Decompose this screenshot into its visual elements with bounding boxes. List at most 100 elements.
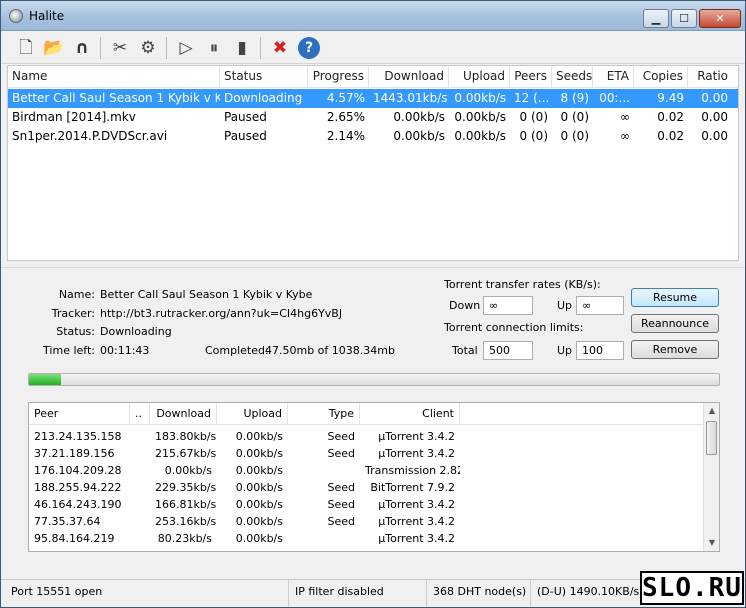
up-rate-label: Up [557,299,573,312]
peer-row[interactable]: 188.255.94.222 229.35kb/s 0.00kb/s Seed … [29,479,703,496]
torrent-eta: 00:... [599,91,630,105]
column-upload[interactable]: Upload [449,66,510,88]
settings-gear-icon[interactable]: ⚙ [135,35,161,61]
column-eta[interactable]: ETA [593,66,634,88]
column-peers[interactable]: Peers [510,66,552,88]
magnet-icon[interactable]: ∩ [69,35,95,61]
up-rate-input[interactable]: ∞ [576,296,624,315]
torrent-row[interactable]: Better Call Saul Season 1 Kybik v Kybe D… [8,89,738,108]
column-ratio[interactable]: Ratio [688,66,732,88]
torrent-eta: ∞ [620,110,630,124]
torrent-download: 0.00kb/s [393,129,445,143]
status-value: Downloading [100,325,172,338]
status-label: Status: [56,325,95,338]
toolbar-separator [260,37,261,59]
column-copies[interactable]: Copies [634,66,688,88]
peer-row[interactable]: 95.84.164.219 80.23kb/s 0.00kb/s µTorren… [29,530,703,547]
peer-upload: 0.00kb/s [235,532,283,545]
transfer-rates-title: Torrent transfer rates (KB/s): [444,278,601,291]
torrent-peers: 0 (0) [519,110,548,124]
stop-icon[interactable]: ▮ [229,35,255,61]
column-peer-download[interactable]: Download [150,403,217,425]
peer-address: 46.164.243.190 [34,498,122,511]
peer-type: Seed [327,430,356,443]
maximize-button[interactable]: ☐ [671,9,697,28]
toolbar-separator [166,37,167,59]
connection-limits-title: Torrent connection limits: [444,321,584,334]
remove-button[interactable]: Remove [631,340,719,359]
peer-list-scrollbar[interactable]: ▲ ▼ [703,403,719,551]
peer-upload: 0.00kb/s [235,515,283,528]
column-type[interactable]: Type [288,403,360,425]
column-client[interactable]: Client [360,403,460,425]
ip-filter-status: IP filter disabled [289,580,427,607]
column-more[interactable]: .. [130,403,150,425]
up-limit-input[interactable]: 100 [576,341,624,360]
peer-download: 80.23kb/s [157,532,212,545]
peer-list-header: Peer .. Download Upload Type Client [29,403,703,425]
torrent-copies: 0.02 [657,110,684,124]
peer-row[interactable]: 46.164.243.190 166.81kb/s 0.00kb/s Seed … [29,496,703,513]
peer-row[interactable]: 77.35.37.64 253.16kb/s 0.00kb/s Seed µTo… [29,513,703,530]
peer-client: µTorrent 3.4.2 [378,430,455,443]
column-progress[interactable]: Progress [308,66,369,88]
toolbar: 🗋 📂 ∩ ✂ ⚙ ▷ ⏸ ▮ ✖ ? [1,32,745,64]
torrent-list: Name Status Progress Download Upload Pee… [7,65,739,261]
torrent-status: Paused [224,110,267,124]
peer-upload: 0.00kb/s [235,464,283,477]
minimize-button[interactable]: ▁ [643,9,669,28]
peer-row[interactable]: 37.21.189.156 215.67kb/s 0.00kb/s Seed µ… [29,445,703,462]
peer-download: 183.80kb/s [155,430,217,443]
peer-download: 253.16kb/s [155,515,217,528]
toolbar-separator [100,37,101,59]
torrent-upload: 0.00kb/s [454,129,506,143]
peer-row[interactable]: 176.104.209.28 0.00kb/s 0.00kb/s Transmi… [29,462,703,479]
torrent-progress: 2.14% [326,129,365,143]
name-value: Better Call Saul Season 1 Kybik v Kybe [100,288,313,301]
peer-type: Seed [327,498,356,511]
scroll-thumb[interactable] [706,421,717,455]
scroll-down-arrow-icon[interactable]: ▼ [704,535,719,551]
scroll-up-arrow-icon[interactable]: ▲ [704,403,719,419]
total-limit-input[interactable]: 500 [483,341,533,360]
column-status[interactable]: Status [220,66,308,88]
reannounce-button[interactable]: Reannounce [631,314,719,333]
torrent-status: Downloading [224,91,303,105]
open-folder-icon[interactable]: 📂 [41,35,67,61]
column-peer[interactable]: Peer [29,403,130,425]
column-download[interactable]: Download [369,66,449,88]
peer-address: 188.255.94.222 [34,481,122,494]
torrent-row[interactable]: Sn1per.2014.P.DVDScr.avi Paused 2.14% 0.… [8,127,738,146]
tracker-label: Tracker: [51,307,95,320]
peer-upload: 0.00kb/s [235,447,283,460]
resume-button[interactable]: Resume [631,288,719,307]
torrent-progress: 2.65% [326,110,365,124]
open-torrent-icon[interactable]: 🗋 [13,35,39,61]
column-name[interactable]: Name [8,66,220,88]
peer-download: 215.67kb/s [155,447,217,460]
torrent-name: Better Call Saul Season 1 Kybik v Kybe [12,91,220,105]
close-button[interactable]: ✕ [699,9,741,28]
torrent-name: Birdman [2014].mkv [12,110,136,124]
remove-icon[interactable]: ✖ [267,35,293,61]
peer-row[interactable]: 213.24.135.158 183.80kb/s 0.00kb/s Seed … [29,428,703,445]
progress-fill [29,374,61,385]
tracker-value: http://bt3.rutracker.org/ann?uk=CI4hg6Yv… [100,307,343,320]
column-peer-upload[interactable]: Upload [217,403,288,425]
torrent-row[interactable]: Birdman [2014].mkv Paused 2.65% 0.00kb/s… [8,108,738,127]
completed-label: Completed: [205,344,269,357]
help-icon[interactable]: ? [298,37,320,59]
peer-upload: 0.00kb/s [235,430,283,443]
download-progress-bar [28,373,720,386]
pause-icon[interactable]: ⏸ [201,35,227,61]
down-rate-input[interactable]: ∞ [483,296,533,315]
start-icon[interactable]: ▷ [173,35,199,61]
peer-download: 229.35kb/s [155,481,217,494]
peer-client: BitTorrent 7.9.2 [370,481,455,494]
tools-icon[interactable]: ✂ [107,35,133,61]
title-bar[interactable]: Halite ▁ ☐ ✕ [1,1,745,31]
watermark-logo: SLO.RU [640,571,744,605]
column-seeds[interactable]: Seeds [552,66,593,88]
torrent-copies: 0.02 [657,129,684,143]
torrent-peers: 0 (0) [519,129,548,143]
